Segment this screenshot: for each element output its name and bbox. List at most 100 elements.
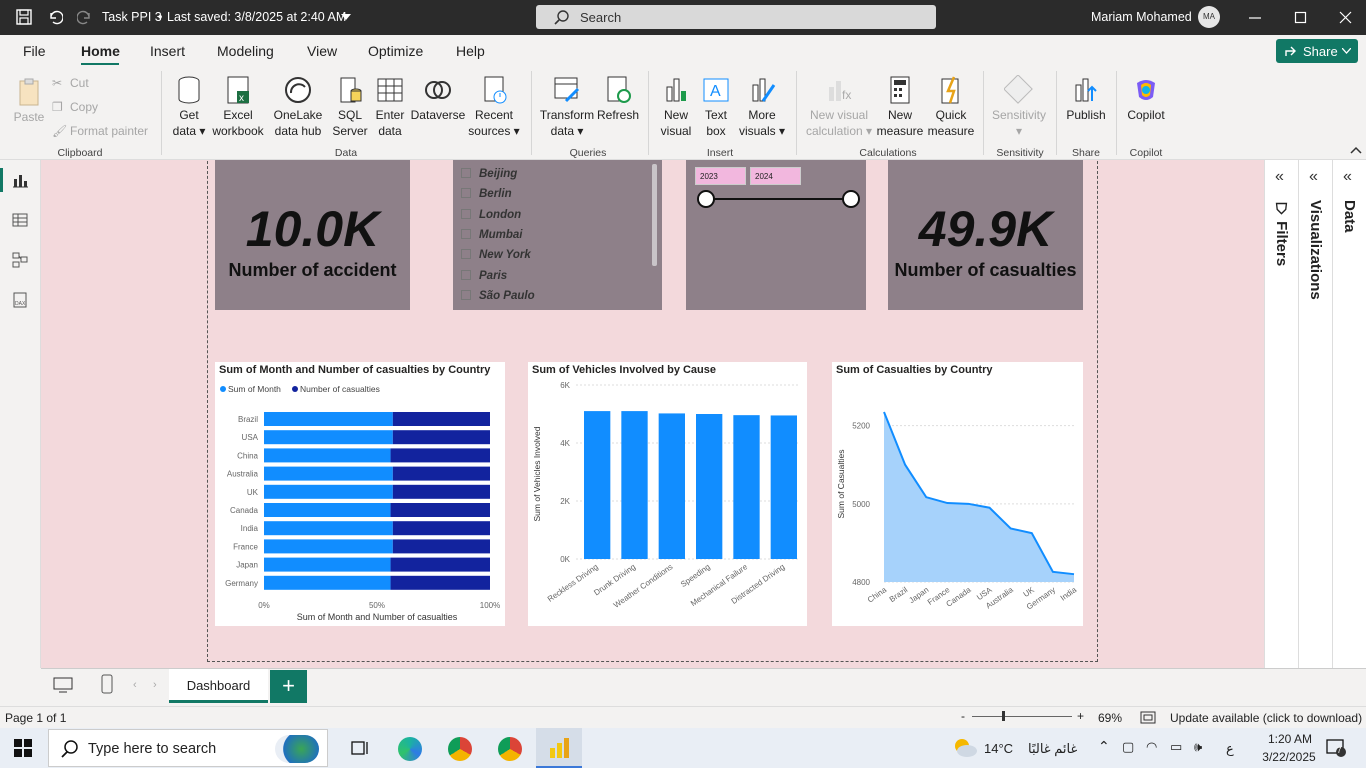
slicer-item[interactable]: Berlin <box>461 188 512 200</box>
cut-button[interactable]: ✂ Cut <box>52 75 162 91</box>
menu-modeling[interactable]: Modeling <box>217 43 274 59</box>
chart-casualties-by-country-stacked[interactable]: Sum of Month and Number of casualties by… <box>215 362 505 626</box>
collapse-ribbon-icon[interactable] <box>1350 146 1362 154</box>
undo-icon[interactable] <box>47 9 63 25</box>
desktop-layout-icon[interactable] <box>53 677 73 693</box>
chevron-up-icon[interactable]: ⌃ <box>1098 738 1110 755</box>
search-input[interactable]: Search <box>536 5 936 29</box>
clock-date[interactable]: 3/22/2025 <box>1254 750 1324 764</box>
menu-help[interactable]: Help <box>456 43 485 59</box>
chevron-down-icon[interactable] <box>341 14 351 20</box>
meet-now-icon[interactable]: ▢ <box>1122 739 1134 755</box>
taskbar-search[interactable]: Type here to search <box>48 729 328 767</box>
refresh-button[interactable]: Refresh <box>596 75 640 123</box>
year-to-input[interactable]: 2024 <box>750 167 801 185</box>
get-data-button[interactable]: Get data ▾ <box>166 75 212 139</box>
year-from-input[interactable]: 2023 <box>695 167 746 185</box>
menu-insert[interactable]: Insert <box>150 43 185 59</box>
more-visuals-button[interactable]: More visuals ▾ <box>736 75 788 139</box>
clock-time[interactable]: 1:20 AM <box>1262 732 1318 746</box>
visualizations-pane[interactable]: « Visualizations <box>1298 160 1332 668</box>
slider-handle-end[interactable] <box>842 190 860 208</box>
expand-icon[interactable]: « <box>1343 168 1352 186</box>
notification-icon[interactable] <box>1326 739 1346 757</box>
mobile-layout-icon[interactable] <box>101 674 113 694</box>
power-bi-taskbar-button[interactable] <box>536 728 582 768</box>
add-page-button[interactable]: + <box>270 670 307 703</box>
slicer-item[interactable]: Mumbai <box>461 228 522 241</box>
sql-server-button[interactable]: SQL Server <box>330 75 370 139</box>
kpi-card-casualties[interactable]: 49.9K Number of casualties <box>888 160 1083 310</box>
prev-page-icon[interactable]: ‹ <box>133 679 137 691</box>
quick-measure-button[interactable]: Quick measure <box>926 75 976 139</box>
dataverse-button[interactable]: Dataverse <box>410 75 466 123</box>
text-box-button[interactable]: A Text box <box>698 75 734 139</box>
format-painter-button[interactable]: 🖌 Format painter <box>52 123 162 139</box>
battery-icon[interactable]: ▭ <box>1170 739 1182 755</box>
menu-home[interactable]: Home <box>81 43 120 59</box>
chart-vehicles-by-cause[interactable]: Sum of Vehicles Involved by Cause 0K 2K 4K… <box>528 362 807 626</box>
chrome-icon[interactable] <box>448 737 472 761</box>
enter-data-button[interactable]: Enter data <box>372 75 408 139</box>
checkbox[interactable] <box>461 228 471 239</box>
close-icon[interactable] <box>1339 11 1353 25</box>
slicer-item[interactable]: New York <box>461 249 531 261</box>
recent-sources-button[interactable]: Recent sources ▾ <box>466 75 522 139</box>
update-available-link[interactable]: Update available (click to download) <box>1170 711 1362 725</box>
new-visual-button[interactable]: New visual <box>656 75 696 139</box>
city-slicer[interactable]: Beijing Berlin London Mumbai New York Paris Sã… <box>453 160 662 310</box>
checkbox[interactable] <box>461 188 471 199</box>
share-button[interactable]: Share <box>1276 39 1358 63</box>
sensitivity-button[interactable]: Sensitivity ▾ <box>988 75 1050 139</box>
checkbox[interactable] <box>461 208 471 219</box>
slicer-item[interactable]: Paris <box>461 269 507 282</box>
dax-query-view-icon[interactable]: DAX <box>12 292 28 308</box>
menu-optimize[interactable]: Optimize <box>368 43 423 59</box>
slicer-item[interactable]: Beijing <box>461 168 517 180</box>
chart-casualties-by-country-area[interactable]: Sum of Casualties by Country 4800 5000 520… <box>832 362 1083 626</box>
model-view-icon[interactable] <box>12 252 28 268</box>
edge-icon[interactable] <box>398 737 422 761</box>
tab-dashboard[interactable]: Dashboard <box>169 669 268 703</box>
slider-handle-start[interactable] <box>697 190 715 208</box>
copilot-button[interactable]: Copilot <box>1122 75 1170 123</box>
slicer-item[interactable]: São Paulo <box>461 289 535 302</box>
slicer-scrollbar[interactable] <box>652 164 657 266</box>
fit-to-page-icon[interactable] <box>1140 711 1156 724</box>
slicer-item[interactable]: London <box>461 208 521 221</box>
zoom-in-button[interactable]: + <box>1077 709 1084 723</box>
transform-data-button[interactable]: Transform data ▾ <box>538 75 596 139</box>
chrome-profile-icon[interactable] <box>498 737 522 761</box>
year-slicer[interactable]: 2023 2024 <box>686 160 866 310</box>
new-visual-calculation-button[interactable]: fx New visual calculation ▾ <box>804 75 874 139</box>
checkbox[interactable] <box>461 289 471 300</box>
maximize-icon[interactable] <box>1294 11 1308 25</box>
weather-icon[interactable] <box>952 736 978 758</box>
expand-icon[interactable]: « <box>1309 168 1318 186</box>
menu-file[interactable]: File <box>23 43 46 59</box>
next-page-icon[interactable]: › <box>153 679 157 691</box>
filters-pane[interactable]: « ⛉ Filters <box>1264 160 1298 668</box>
excel-workbook-button[interactable]: x Excel workbook <box>210 75 266 139</box>
checkbox[interactable] <box>461 168 471 178</box>
copy-button[interactable]: ❐ Copy <box>52 99 162 115</box>
zoom-slider[interactable] <box>972 716 1072 717</box>
checkbox[interactable] <box>461 269 471 280</box>
data-pane[interactable]: « Data <box>1332 160 1366 668</box>
task-view-icon[interactable] <box>350 738 370 758</box>
report-view-icon[interactable] <box>12 172 28 188</box>
save-icon[interactable] <box>16 9 32 25</box>
windows-start-icon[interactable] <box>14 739 32 757</box>
table-view-icon[interactable] <box>12 212 28 228</box>
kpi-card-accidents[interactable]: 10.0K Number of accident <box>215 160 410 310</box>
avatar[interactable]: MA <box>1198 6 1220 28</box>
menu-view[interactable]: View <box>307 43 337 59</box>
minimize-icon[interactable] <box>1248 11 1262 25</box>
onelake-button[interactable]: OneLake data hub <box>268 75 328 139</box>
wifi-icon[interactable]: ◠ <box>1146 739 1157 755</box>
input-language[interactable]: ع <box>1226 741 1234 757</box>
expand-icon[interactable]: « <box>1275 168 1284 186</box>
publish-button[interactable]: Publish <box>1062 75 1110 123</box>
checkbox[interactable] <box>461 249 471 260</box>
zoom-slider-handle[interactable] <box>1002 711 1005 721</box>
